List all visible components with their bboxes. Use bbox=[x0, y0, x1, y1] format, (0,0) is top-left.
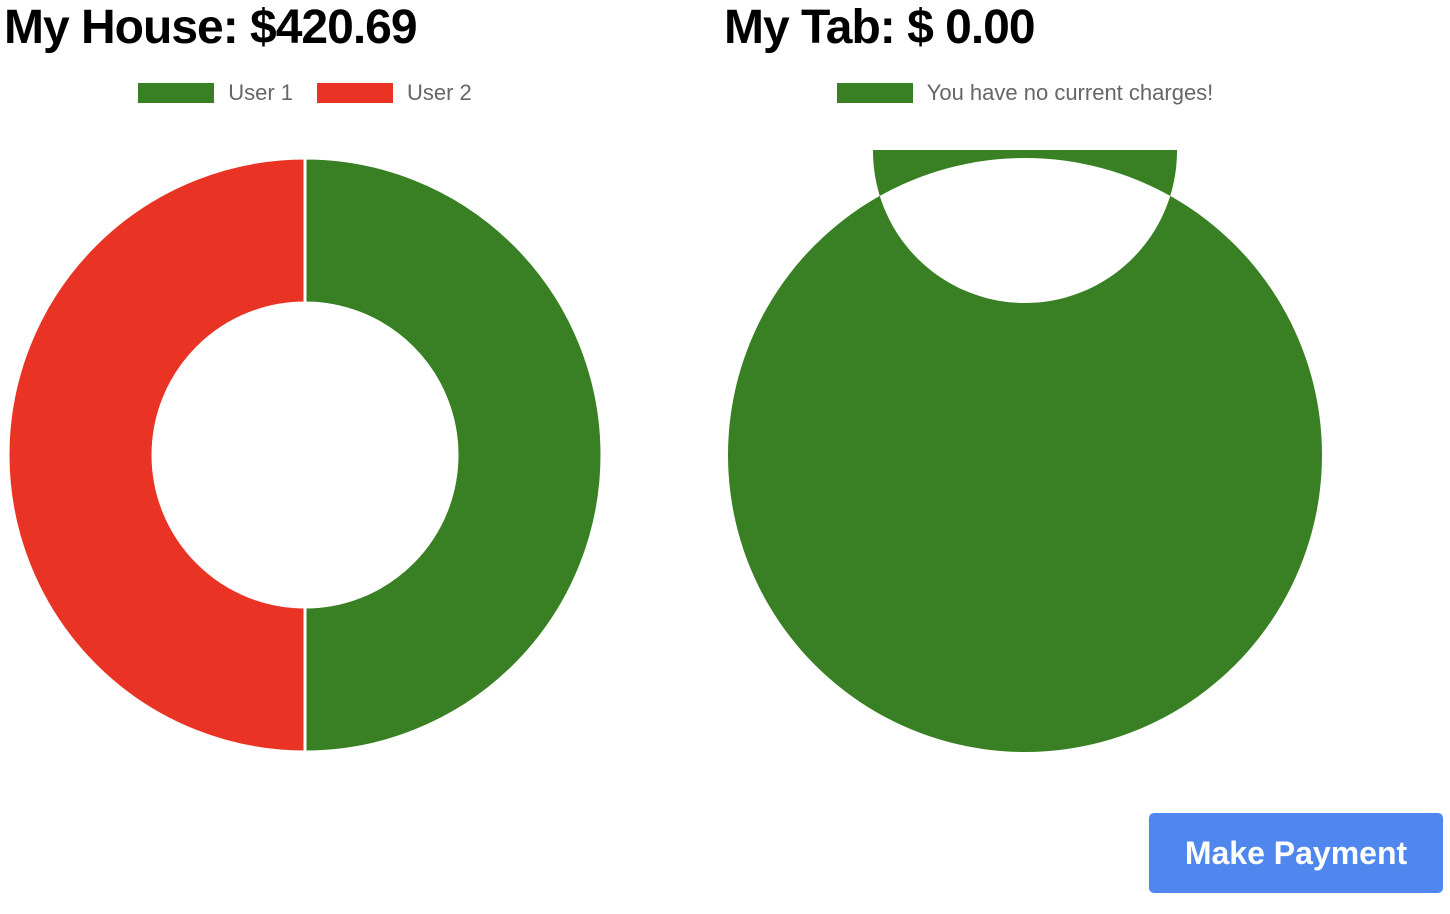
legend-swatch-user-1 bbox=[138, 83, 215, 103]
donut-slice-user-2[interactable] bbox=[6, 156, 307, 754]
tab-donut-chart bbox=[728, 150, 1322, 752]
legend-label-no-charges: You have no current charges! bbox=[926, 80, 1214, 105]
house-panel: My House: $420.69 User 1 User 2 bbox=[0, 0, 720, 780]
house-donut-chart bbox=[6, 156, 604, 754]
legend-swatch-no-charges bbox=[836, 83, 913, 103]
tab-panel: My Tab: $ 0.00 You have no current charg… bbox=[720, 0, 1440, 780]
donut-slice-user-1[interactable] bbox=[303, 156, 604, 754]
legend-item-no-charges[interactable]: You have no current charges! bbox=[836, 80, 1214, 106]
tab-title: My Tab: $ 0.00 bbox=[724, 1, 1036, 54]
tab-legend: You have no current charges! bbox=[720, 80, 1330, 106]
make-payment-button[interactable]: Make Payment bbox=[1149, 813, 1443, 893]
legend-item-user-2[interactable]: User 2 bbox=[317, 80, 472, 106]
legend-label-user-2: User 2 bbox=[407, 80, 472, 105]
house-legend: User 1 User 2 bbox=[0, 80, 610, 106]
house-title: My House: $420.69 bbox=[4, 1, 418, 54]
legend-label-user-1: User 1 bbox=[228, 80, 293, 105]
legend-item-user-1[interactable]: User 1 bbox=[138, 80, 293, 106]
legend-swatch-user-2 bbox=[317, 83, 393, 103]
